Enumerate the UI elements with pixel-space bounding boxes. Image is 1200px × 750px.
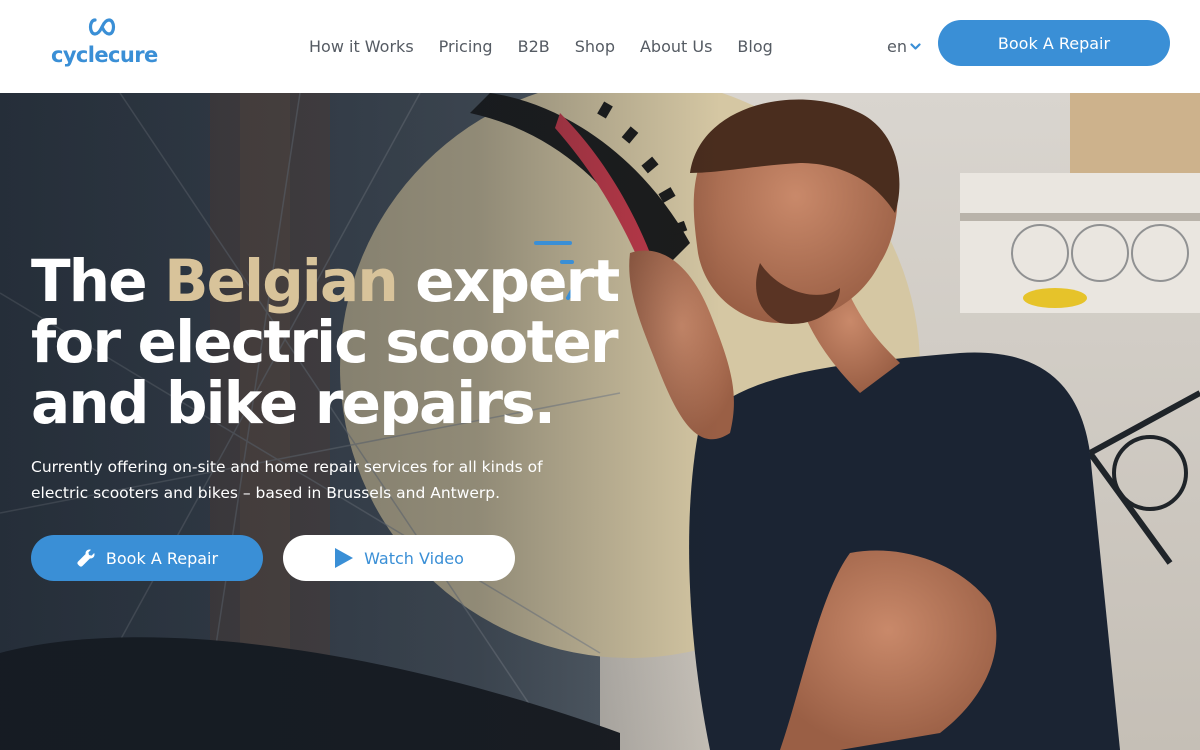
nav-item-shop[interactable]: Shop	[575, 37, 615, 56]
watch-video-button[interactable]: Watch Video	[283, 535, 515, 581]
language-label: en	[887, 37, 907, 56]
language-selector[interactable]: en	[887, 37, 921, 56]
wrench-icon	[77, 549, 95, 567]
play-icon	[335, 548, 354, 568]
book-repair-button[interactable]: Book A Repair	[31, 535, 263, 581]
watch-video-button-label: Watch Video	[364, 548, 464, 568]
site-header: cyclecure How it Works Pricing B2B Shop …	[0, 0, 1200, 93]
infinity-loop-icon	[88, 18, 116, 36]
hero-title-line3: and bike repairs.	[31, 369, 556, 437]
logo-wordmark: cyclecure	[51, 43, 158, 67]
book-repair-header-button[interactable]: Book A Repair	[938, 20, 1170, 66]
nav-item-pricing[interactable]: Pricing	[439, 37, 493, 56]
hero-title-part1: The	[31, 247, 165, 315]
nav-item-blog[interactable]: Blog	[737, 37, 772, 56]
hero-title-part2: expert	[396, 247, 620, 315]
hero-title: The Belgian expert for electric scooter …	[31, 251, 631, 434]
hero-subtitle: Currently offering on-site and home repa…	[31, 458, 543, 502]
logo[interactable]: cyclecure	[51, 16, 158, 72]
nav-item-how-it-works[interactable]: How it Works	[309, 37, 414, 56]
hero-title-accent: Belgian	[164, 247, 398, 315]
nav-item-about-us[interactable]: About Us	[640, 37, 712, 56]
hero-title-line2: for electric scooter	[31, 308, 619, 376]
book-repair-button-label: Book A Repair	[105, 548, 219, 568]
hero-section: The Belgian expert for electric scooter …	[0, 93, 1200, 750]
chevron-down-icon	[910, 42, 921, 50]
nav-item-b2b[interactable]: B2B	[518, 37, 550, 56]
main-nav: How it Works Pricing B2B Shop About Us B…	[309, 37, 773, 56]
